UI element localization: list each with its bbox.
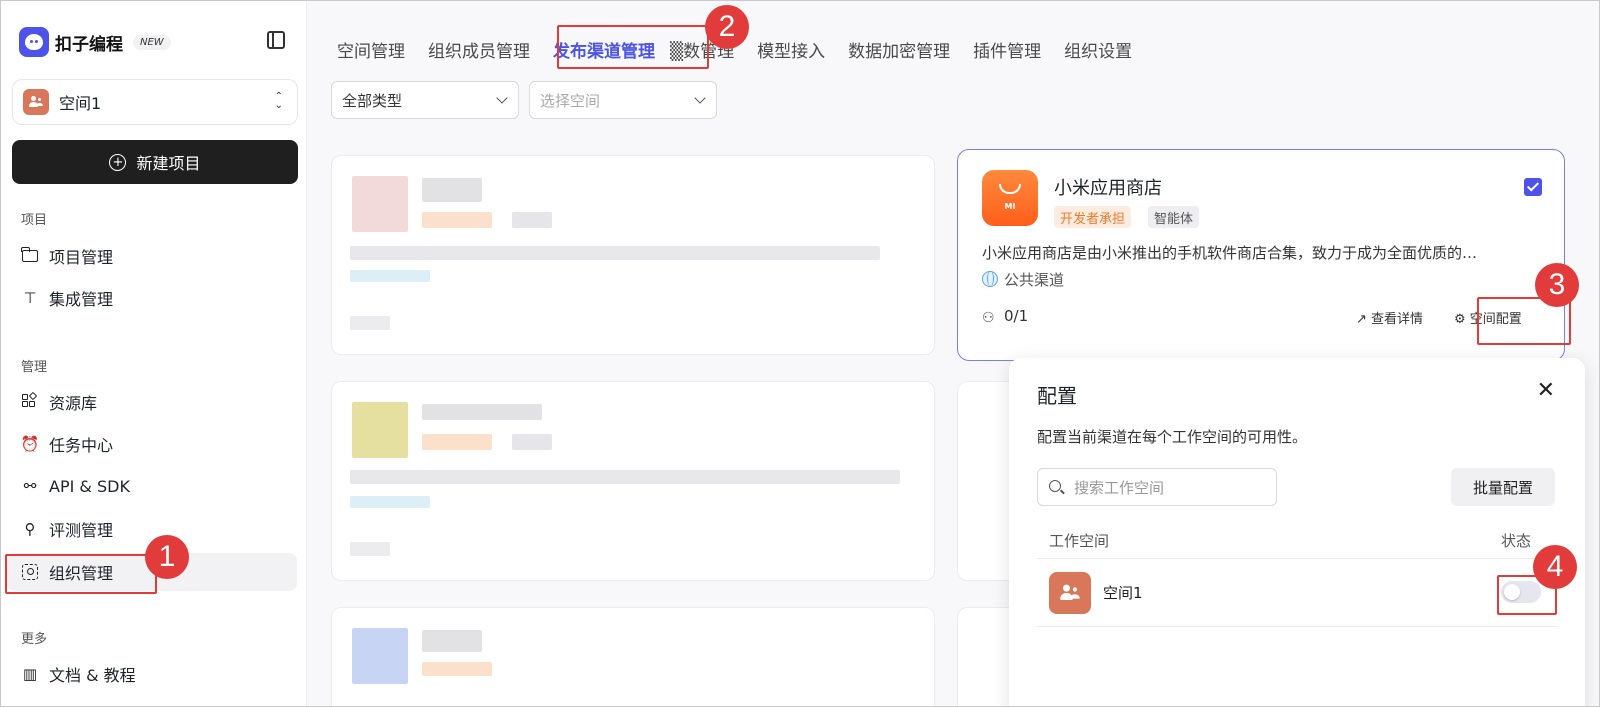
tab-members[interactable]: 组织成员管理 (428, 37, 530, 62)
space-filter-placeholder: 选择空间 (540, 91, 601, 110)
divider (1037, 558, 1557, 559)
space-selector[interactable]: 空间1 ⌃ ⌄ (12, 79, 298, 125)
modal-title: 配置 (1037, 384, 1077, 408)
sidebar-item-integration[interactable]: ⊤ 集成管理 (7, 279, 297, 317)
type-filter-select[interactable]: 全部类型 (331, 81, 519, 119)
channel-description: 小米应用商店是由小米推出的手机软件商店合集，致力于成为全面优质的… (982, 244, 1478, 262)
view-details-label: 查看详情 (1371, 312, 1424, 327)
arrow-up-right-icon: ↗ (1356, 312, 1372, 327)
sidebar-item-project-manage[interactable]: 项目管理 (7, 237, 297, 275)
sidebar-item-tasks[interactable]: ⏰ 任务中心 (7, 425, 297, 463)
channel-card-xiaomi[interactable]: MI 小米应用商店 开发者承担 智能体 小米应用商店是由小米推出的手机软件商店合… (957, 149, 1565, 361)
users-icon: ⚇ (982, 310, 995, 326)
space-filter-select[interactable]: 选择空间 (529, 81, 717, 119)
channel-usage-count: 0/1 (1004, 307, 1029, 325)
column-header-workspace: 工作空间 (1049, 532, 1110, 550)
batch-config-button[interactable]: 批量配置 (1451, 468, 1555, 506)
brand-name: 扣子编程 (55, 34, 123, 55)
channel-visibility: 公共渠道 (1004, 271, 1065, 289)
telescope-icon: ⚲ (24, 520, 36, 538)
close-icon[interactable]: ✕ (1537, 378, 1555, 403)
modal-description: 配置当前渠道在每个工作空间的可用性。 (1037, 428, 1308, 446)
sidebar-item-docs[interactable]: ▥ 文档 & 教程 (7, 655, 297, 693)
section-title-manage: 管理 (21, 360, 48, 375)
step-marker-3: 3 (1535, 263, 1579, 307)
plus-circle-icon: + (109, 153, 127, 171)
search-placeholder: 搜索工作空间 (1074, 478, 1165, 497)
column-header-status: 状态 (1501, 532, 1532, 550)
divider (1037, 626, 1557, 627)
channel-card-blurred[interactable] (331, 607, 935, 706)
tab-plugins[interactable]: 插件管理 (973, 37, 1041, 62)
tab-bar: 空间管理 组织成员管理 发布渠道管理 ▒数管理 模型接入 数据加密管理 插件管理… (337, 37, 1155, 62)
view-details-link[interactable]: ↗ 查看详情 (1356, 308, 1423, 327)
tab-model-access[interactable]: 模型接入 (757, 37, 825, 62)
highlight-box-2 (557, 25, 709, 69)
sidebar-item-label: 文档 & 教程 (49, 666, 136, 685)
new-project-label: 新建项目 (136, 154, 201, 173)
sidebar-item-label: 资源库 (49, 394, 98, 413)
section-title-project: 项目 (21, 213, 48, 228)
chevron-down-icon (694, 92, 706, 104)
signpost-icon: ⊤ (23, 289, 37, 307)
workspace-name: 空间1 (1103, 584, 1143, 602)
globe-icon (982, 271, 998, 287)
space-avatar-icon (23, 89, 49, 115)
folder-icon (21, 247, 39, 265)
channel-title: 小米应用商店 (1054, 178, 1162, 199)
sidebar-toggle-icon[interactable] (267, 31, 285, 49)
sidebar: 扣子编程 NEW 空间1 ⌃ ⌄ + 新建项目 项目 项目管理 ⊤ 集成管理 管理… (1, 1, 307, 706)
type-tag: 智能体 (1148, 206, 1200, 228)
tab-org-settings[interactable]: 组织设置 (1064, 37, 1132, 62)
sidebar-item-library[interactable]: 资源库 (7, 383, 297, 421)
sidebar-item-label: API & SDK (49, 476, 130, 496)
connection-icon: ⚯ (23, 477, 37, 495)
sidebar-item-label: 任务中心 (49, 436, 114, 455)
space-name: 空间1 (59, 94, 102, 113)
config-modal: 配置 ✕ 配置当前渠道在每个工作空间的可用性。 搜索工作空间 批量配置 工作空间… (1009, 358, 1585, 706)
brand-logo-icon (19, 27, 49, 57)
alarm-clock-icon: ⏰ (20, 435, 40, 453)
brand: 扣子编程 NEW (19, 27, 171, 57)
workspace-search-input[interactable]: 搜索工作空间 (1037, 468, 1277, 506)
chevron-updown-icon: ⌃ ⌄ (274, 91, 283, 111)
new-project-button[interactable]: + 新建项目 (12, 140, 298, 184)
chevron-down-icon (496, 92, 508, 104)
type-filter-value: 全部类型 (342, 91, 403, 110)
tab-data-encryption[interactable]: 数据加密管理 (848, 37, 950, 62)
new-badge: NEW (133, 34, 171, 50)
app-window: 扣子编程 NEW 空间1 ⌃ ⌄ + 新建项目 项目 项目管理 ⊤ 集成管理 管理… (0, 0, 1600, 707)
step-marker-2: 2 (705, 5, 749, 49)
gear-icon: ⚙ (1454, 312, 1470, 327)
sidebar-item-label: 集成管理 (49, 290, 114, 309)
cost-tag: 开发者承担 (1054, 206, 1132, 228)
sidebar-item-api-sdk[interactable]: ⚯ API & SDK (7, 467, 297, 505)
highlight-box-1 (5, 554, 157, 594)
channel-card-blurred[interactable] (331, 155, 935, 355)
channel-checkbox[interactable] (1524, 178, 1542, 196)
tab-space-manage[interactable]: 空间管理 (337, 37, 405, 62)
workspace-avatar-icon (1049, 572, 1091, 614)
step-marker-4: 4 (1533, 545, 1577, 589)
channel-card-blurred[interactable] (331, 381, 935, 581)
grid-icon (21, 391, 39, 411)
xiaomi-store-icon: MI (982, 170, 1038, 226)
sidebar-item-label: 项目管理 (49, 248, 114, 267)
section-title-more: 更多 (21, 632, 48, 647)
sidebar-item-label: 评测管理 (49, 521, 114, 540)
map-icon: ▥ (22, 665, 38, 683)
step-marker-1: 1 (145, 535, 189, 579)
search-icon (1049, 480, 1061, 492)
